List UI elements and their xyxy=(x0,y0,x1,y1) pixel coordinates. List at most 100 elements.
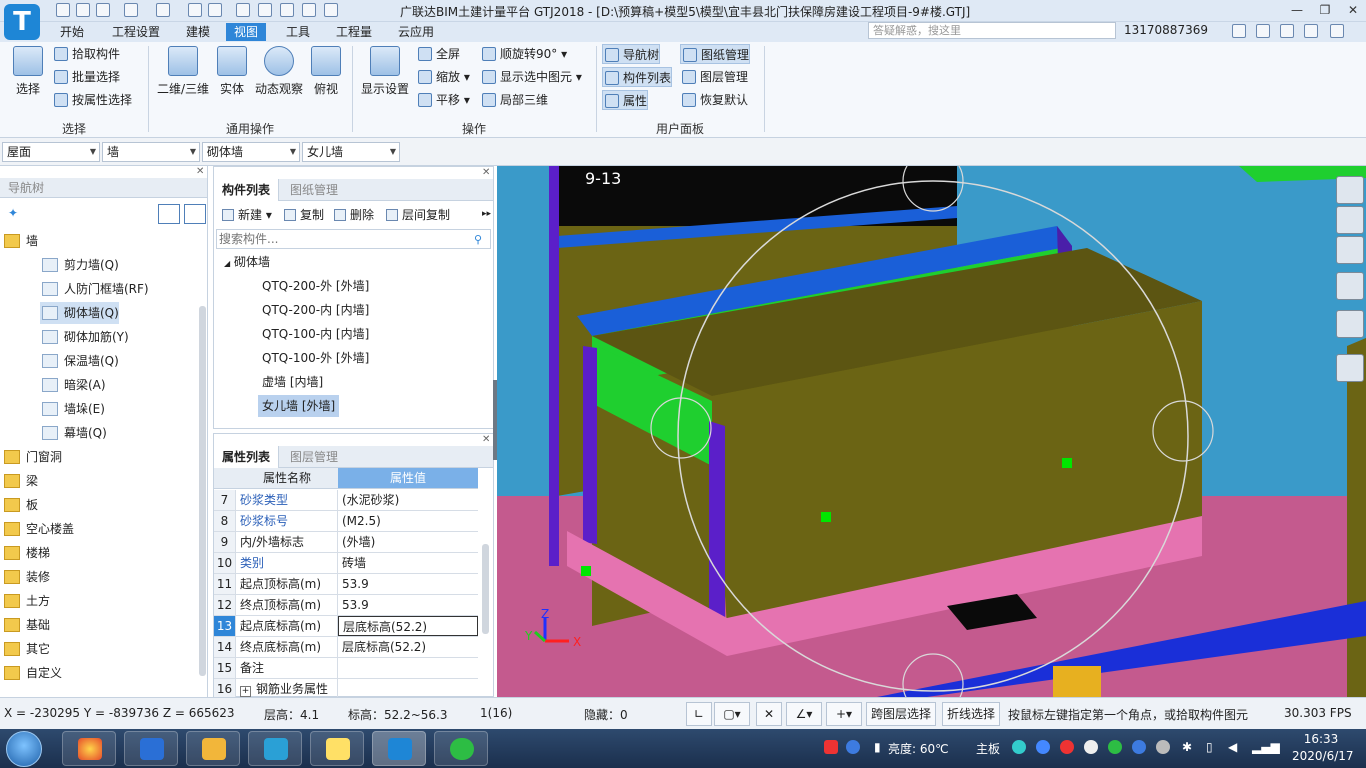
property-value[interactable]: (M2.5) xyxy=(338,511,478,531)
nav-item[interactable]: 墙 xyxy=(2,230,38,252)
nav-item[interactable]: 空心楼盖 xyxy=(2,518,74,540)
nav-item[interactable]: 基础 xyxy=(2,614,50,636)
new-component-button[interactable]: 新建 ▾ xyxy=(220,205,272,225)
pan-button[interactable]: 平移 ▾ xyxy=(416,90,470,110)
chat-icon[interactable] xyxy=(1256,24,1270,38)
help-icon[interactable] xyxy=(1304,24,1318,38)
chrome-tray-icon[interactable] xyxy=(1156,740,1170,754)
network-tray-icon[interactable] xyxy=(1132,740,1146,754)
nav-item[interactable]: 装修 xyxy=(2,566,50,588)
feedback-icon[interactable] xyxy=(1280,24,1294,38)
save-icon[interactable] xyxy=(96,3,110,17)
taskbar-app-cad[interactable] xyxy=(248,731,302,766)
close-button[interactable]: ✕ xyxy=(1340,1,1366,19)
3d-viewport[interactable]: 9-13 Z X Y xyxy=(497,166,1366,697)
select-by-attr-button[interactable]: 按属性选择 xyxy=(52,90,132,110)
new-file-icon[interactable] xyxy=(56,3,70,17)
nav-item[interactable]: 砌体加筋(Y) xyxy=(40,326,129,348)
more-icon[interactable]: ▸▸ xyxy=(482,209,491,219)
polyline-select-button[interactable]: 折线选择 xyxy=(942,702,1000,726)
menu-cloud[interactable]: 云应用 xyxy=(390,23,442,41)
layer-manager-toggle[interactable]: 图层管理 xyxy=(680,67,748,87)
nav-item[interactable]: 楼梯 xyxy=(2,542,50,564)
taskbar-app-wps[interactable] xyxy=(124,731,178,766)
zoom-button[interactable]: 缩放 ▾ xyxy=(416,67,470,87)
category-select[interactable]: 墙 ▼ xyxy=(102,142,200,162)
2d-tool-icon[interactable] xyxy=(1336,206,1364,234)
grid-icon[interactable] xyxy=(208,3,222,17)
menu-project-settings[interactable]: 工程设置 xyxy=(104,23,168,41)
redo-icon[interactable] xyxy=(156,3,170,17)
layers-icon[interactable] xyxy=(302,3,316,17)
grip-point[interactable] xyxy=(1062,458,1072,468)
2d-3d-button[interactable]: 二维/三维 xyxy=(154,46,212,97)
property-row[interactable]: 12 终点顶标高(m) 53.9 xyxy=(214,595,478,616)
component-group[interactable]: ◢ 砌体墙 xyxy=(224,253,270,270)
property-scrollbar[interactable] xyxy=(482,544,489,634)
property-value[interactable]: 砖墙 xyxy=(338,553,478,573)
nav-item[interactable]: 人防门框墙(RF) xyxy=(40,278,149,300)
property-value[interactable] xyxy=(338,679,478,699)
nav-item[interactable]: 板 xyxy=(2,494,38,516)
collapse-icon[interactable]: ◢ xyxy=(224,259,230,268)
nav-item[interactable]: 梁 xyxy=(2,470,38,492)
display-settings-button[interactable]: 显示设置 xyxy=(358,46,412,97)
component-search-input[interactable] xyxy=(216,229,491,249)
menu-modeling[interactable]: 建模 xyxy=(178,23,218,41)
rotate-90-button[interactable]: 顺旋转90° ▾ xyxy=(480,44,567,64)
settings-icon[interactable] xyxy=(1330,24,1344,38)
top-view-button[interactable]: 俯视 xyxy=(308,46,344,97)
component-item[interactable]: QTQ-100-外 [外墙] xyxy=(258,347,373,369)
battery-icon[interactable]: ▯ xyxy=(1206,740,1213,754)
edit-icon[interactable] xyxy=(258,3,272,17)
menu-quantity[interactable]: 工程量 xyxy=(328,23,380,41)
tab-properties[interactable]: 属性列表 xyxy=(214,446,280,468)
fullscreen-button[interactable]: 全屏 xyxy=(416,44,460,64)
menu-start[interactable]: 开始 xyxy=(52,23,92,41)
message-icon[interactable] xyxy=(1232,24,1246,38)
taskbar-app-wechat[interactable] xyxy=(434,731,488,766)
property-value[interactable]: 53.9 xyxy=(338,595,478,615)
component-item[interactable]: QTQ-100-内 [内墙] xyxy=(258,323,373,345)
tab-component-list[interactable]: 构件列表 xyxy=(214,179,280,201)
attributes-toggle[interactable]: 属性 xyxy=(602,90,649,110)
sogou-icon[interactable] xyxy=(824,740,838,754)
property-row[interactable]: 7 砂浆类型 (水泥砂浆) xyxy=(214,490,478,511)
component-item[interactable]: 女儿墙 [外墙] xyxy=(258,395,340,417)
floor-copy-button[interactable]: 层间复制 xyxy=(384,205,450,225)
nav-scrollbar[interactable] xyxy=(199,306,206,676)
component-item[interactable]: QTQ-200-内 [内墙] xyxy=(258,299,373,321)
bluetooth-icon[interactable]: ✱ xyxy=(1182,740,1192,754)
drawing-manager-toggle[interactable]: 图纸管理 xyxy=(680,44,751,64)
windows-start-button[interactable] xyxy=(6,731,42,767)
undo-icon[interactable] xyxy=(124,3,138,17)
tab-drawing-manager[interactable]: 图纸管理 xyxy=(282,179,346,201)
local-3d-button[interactable]: 局部三维 xyxy=(480,90,548,110)
restore-default-button[interactable]: 恢复默认 xyxy=(680,90,748,110)
dynamic-orbit-button[interactable]: 动态观察 xyxy=(252,46,306,97)
property-row[interactable]: 13 起点底标高(m) 层底标高(52.2) xyxy=(214,616,478,637)
iso-view-icon[interactable] xyxy=(1336,272,1364,300)
thermometer-icon[interactable]: ▮ xyxy=(874,740,881,754)
component-item[interactable]: QTQ-200-外 [外墙] xyxy=(258,275,373,297)
nav-item[interactable]: 砌体墙(Q) xyxy=(40,302,119,324)
type-select[interactable]: 砌体墙 ▼ xyxy=(202,142,300,162)
toolbox-icon[interactable] xyxy=(324,3,338,17)
grip-point[interactable] xyxy=(581,566,591,576)
pencil-icon[interactable] xyxy=(280,3,294,17)
front-view-icon[interactable] xyxy=(1336,236,1364,264)
taskbar-app-gtj[interactable] xyxy=(372,731,426,766)
nav-item[interactable]: 自定义 xyxy=(2,662,62,684)
property-value[interactable]: 53.9 xyxy=(338,574,478,594)
cross-icon[interactable]: ✕ xyxy=(756,702,782,726)
signal-icon[interactable]: ▂▄▆ xyxy=(1252,740,1280,754)
nav-item[interactable]: 幕墙(Q) xyxy=(40,422,107,444)
solid-button[interactable]: 实体 xyxy=(214,46,250,97)
cross-layer-select-button[interactable]: 跨图层选择 xyxy=(866,702,936,726)
taskbar-app-browser[interactable] xyxy=(62,731,116,766)
nav-item[interactable]: 其它 xyxy=(2,638,50,660)
rotate-view-icon[interactable] xyxy=(1336,310,1364,338)
minimize-button[interactable]: — xyxy=(1284,1,1310,19)
property-value[interactable]: (水泥砂浆) xyxy=(338,490,478,510)
select-button[interactable]: 选择 xyxy=(8,46,48,97)
